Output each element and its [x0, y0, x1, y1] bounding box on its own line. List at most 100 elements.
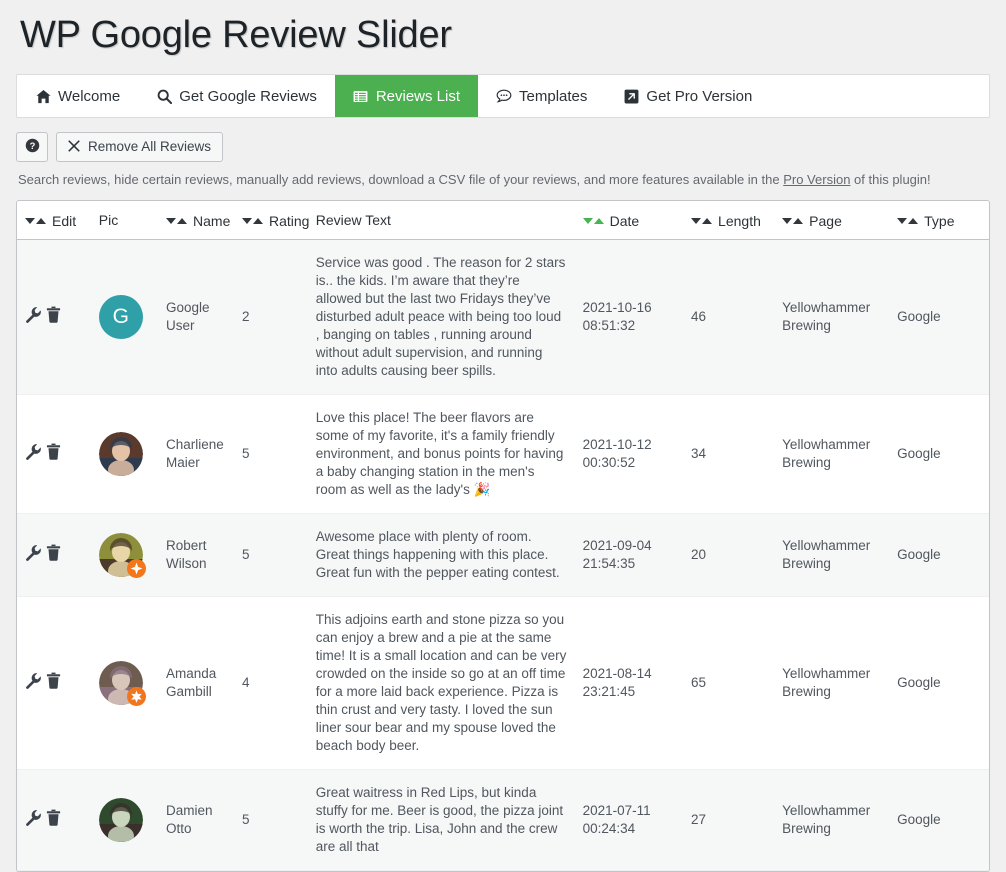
help-button[interactable]: ?	[16, 132, 48, 162]
edit-review-wrench-icon[interactable]	[25, 544, 42, 566]
rating-cell: 5	[233, 394, 308, 514]
column-header-label: Review Text	[315, 212, 391, 228]
row-actions-cell	[17, 596, 91, 770]
column-header-rating[interactable]: Rating	[233, 201, 310, 240]
sort-toggle-icon[interactable]	[691, 218, 713, 224]
column-header-page[interactable]: Page	[774, 201, 890, 240]
review-date-cell: 2021-10-16 08:51:32	[574, 239, 684, 395]
review-text-cell: This adjoins earth and stone pizza so yo…	[307, 596, 575, 770]
review-page-cell: Yellowhammer Brewing	[774, 513, 890, 597]
reviews-table-container: Edit Pic Name Rating Review Text Date Length Pa…	[16, 200, 990, 872]
review-length-cell: 20	[683, 513, 775, 597]
column-header-label: Name	[193, 213, 231, 229]
table-body: G Google User 2 Service was good . The reas…	[17, 239, 989, 871]
avatar-cell	[90, 513, 159, 597]
delete-review-trash-icon[interactable]	[46, 443, 61, 465]
tab-get-google-reviews[interactable]: Get Google Reviews	[138, 75, 335, 117]
review-type-cell: Google	[889, 239, 989, 395]
row-actions-cell	[17, 513, 91, 597]
tab-templates[interactable]: Templates	[478, 75, 605, 117]
column-header-type[interactable]: Type	[889, 201, 989, 240]
sort-toggle-icon[interactable]	[241, 218, 263, 224]
rating-cell: 5	[233, 769, 308, 871]
review-date-cell: 2021-09-04 21:54:35	[574, 513, 684, 597]
column-header-label: Edit	[52, 213, 77, 229]
tab-label: Get Pro Version	[646, 87, 753, 105]
review-length-cell: 27	[683, 769, 775, 871]
avatar-photo	[98, 798, 143, 842]
sort-toggle-icon[interactable]	[166, 218, 188, 224]
review-type-cell: Google	[889, 596, 989, 770]
table-row: Charliene Maier 5 Love this place! The bee…	[17, 394, 989, 514]
notice-text-after: of this plugin!	[850, 172, 931, 187]
delete-review-trash-icon[interactable]	[46, 809, 61, 831]
sort-toggle-icon[interactable]	[582, 218, 604, 224]
feature-notice: Search reviews, hide certain reviews, ma…	[16, 172, 990, 188]
column-header-label: Pic	[98, 212, 119, 228]
svg-text:?: ?	[29, 141, 35, 151]
avatar	[98, 533, 146, 578]
column-header-pic: Pic	[90, 201, 159, 240]
reviewer-name-cell: Robert Wilson	[158, 513, 234, 597]
delete-review-trash-icon[interactable]	[46, 306, 61, 328]
avatar-cell: G	[90, 239, 159, 395]
row-actions-cell	[17, 239, 91, 395]
column-header-length[interactable]: Length	[683, 201, 775, 240]
admin-page: WP Google Review Slider Welcome Get Googl…	[0, 0, 1006, 872]
column-header-edit[interactable]: Edit	[17, 201, 91, 240]
reviewer-name-cell: Google User	[158, 239, 234, 395]
tab-label: Reviews List	[375, 87, 461, 105]
table-header-row: Edit Pic Name Rating Review Text Date Length Pa…	[17, 201, 989, 240]
page-title: WP Google Review Slider	[20, 14, 452, 56]
edit-review-wrench-icon[interactable]	[25, 809, 42, 831]
tab-get-pro-version[interactable]: Get Pro Version	[605, 75, 770, 117]
review-page-cell: Yellowhammer Brewing	[774, 596, 890, 770]
column-header-name[interactable]: Name	[158, 201, 234, 240]
review-text-cell: Service was good . The reason for 2 star…	[307, 239, 575, 395]
review-type-cell: Google	[889, 769, 989, 871]
reviews-table: Edit Pic Name Rating Review Text Date Length Pa…	[17, 201, 989, 871]
notice-text-before: Search reviews, hide certain reviews, ma…	[18, 172, 784, 187]
review-page-cell: Yellowhammer Brewing	[774, 239, 890, 395]
question-mark-icon: ?	[25, 138, 40, 156]
list-icon	[353, 88, 369, 104]
review-length-cell: 46	[683, 239, 775, 395]
edit-review-wrench-icon[interactable]	[25, 443, 42, 465]
tab-reviews-list[interactable]: Reviews List	[334, 75, 479, 117]
row-actions-cell	[17, 394, 91, 514]
table-row: Amanda Gambill 4 This adjoins earth and st…	[17, 596, 989, 770]
tab-label: Get Google Reviews	[179, 87, 317, 105]
tab-welcome[interactable]: Welcome	[17, 75, 138, 117]
avatar-photo	[98, 432, 143, 476]
edit-review-wrench-icon[interactable]	[25, 672, 42, 694]
review-length-cell: 65	[683, 596, 775, 770]
sort-toggle-icon[interactable]	[897, 218, 919, 224]
remove-all-reviews-button[interactable]: Remove All Reviews	[56, 132, 224, 162]
table-row: G Google User 2 Service was good . The reas…	[17, 239, 989, 395]
sort-toggle-icon[interactable]	[25, 218, 46, 224]
tab-bar: Welcome Get Google Reviews Reviews List Tem…	[16, 74, 990, 118]
avatar	[98, 432, 143, 476]
delete-review-trash-icon[interactable]	[46, 672, 61, 694]
review-date-cell: 2021-07-11 00:24:34	[574, 769, 684, 871]
local-guide-badge-icon	[126, 559, 146, 578]
column-header-label: Length	[718, 213, 761, 229]
close-x-icon	[68, 139, 80, 155]
review-text-cell: Love this place! The beer flavors are so…	[307, 394, 575, 514]
sort-toggle-icon[interactable]	[782, 218, 804, 224]
edit-review-wrench-icon[interactable]	[25, 306, 42, 328]
rating-cell: 5	[233, 513, 308, 597]
avatar	[98, 661, 146, 706]
review-page-cell: Yellowhammer Brewing	[774, 769, 890, 871]
table-row: Damien Otto 5 Great waitress in Red Lips, …	[17, 769, 989, 871]
avatar	[98, 798, 143, 842]
search-icon	[156, 88, 172, 104]
column-header-label: Rating	[268, 213, 310, 229]
column-header-date[interactable]: Date	[574, 201, 684, 240]
delete-review-trash-icon[interactable]	[46, 544, 61, 566]
review-type-cell: Google	[889, 513, 989, 597]
local-guide-badge-icon	[126, 687, 146, 706]
review-text-cell: Awesome place with plenty of room. Great…	[307, 513, 575, 597]
pro-version-link[interactable]: Pro Version	[783, 172, 850, 187]
review-date-cell: 2021-08-14 23:21:45	[574, 596, 684, 770]
